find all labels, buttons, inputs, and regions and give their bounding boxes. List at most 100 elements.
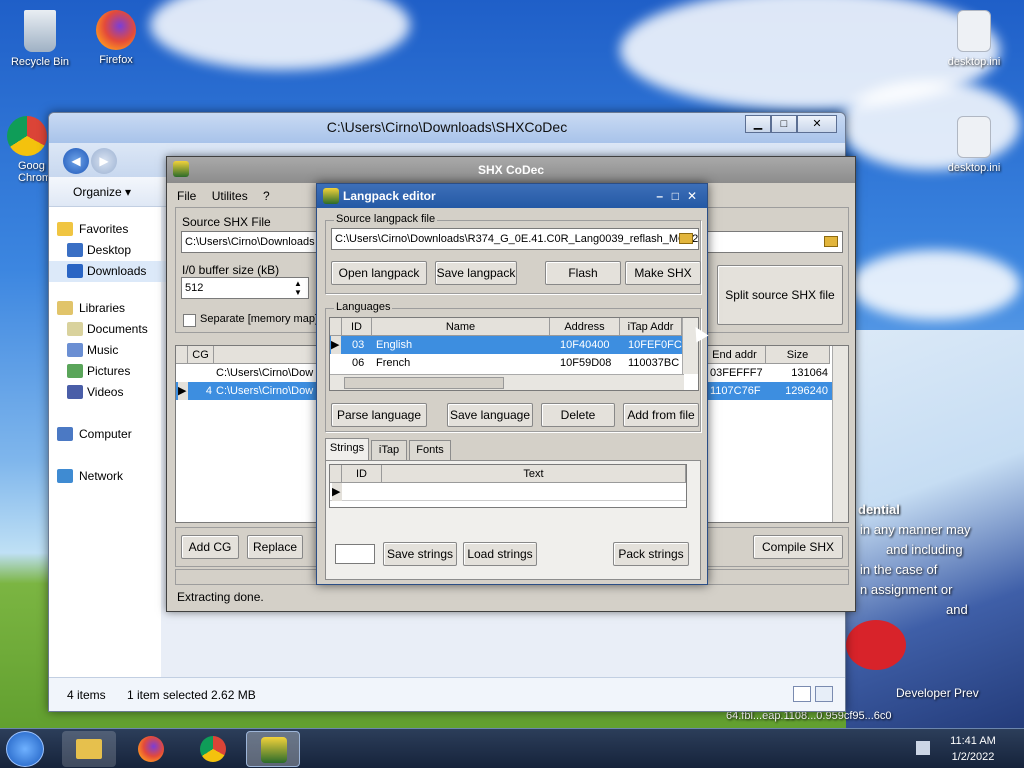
languages-hscrollbar[interactable] xyxy=(330,374,684,390)
hscroll-thumb[interactable] xyxy=(344,377,504,389)
taskbar-shx-codec[interactable] xyxy=(246,731,300,767)
lang-col-itap[interactable]: iTap Addr xyxy=(620,318,682,336)
buffer-size-spinner[interactable]: ▲ ▼ xyxy=(291,279,305,297)
taskbar: 11:41 AM 1/2/2022 xyxy=(0,728,1024,768)
save-langpack-button[interactable]: Save langpack xyxy=(435,261,517,285)
chrome-icon xyxy=(200,736,226,762)
menu-help[interactable]: ? xyxy=(263,189,270,203)
clock-date: 1/2/2022 xyxy=(951,751,995,763)
menu-file[interactable]: File xyxy=(177,189,196,203)
language-row[interactable]: 06 French 10F59D08 110037BC xyxy=(330,354,682,372)
firefox-label: Firefox xyxy=(99,54,133,66)
minimize-button[interactable]: ▁ xyxy=(745,115,771,133)
shx-status-text: Extracting done. xyxy=(177,590,264,604)
desktop-ini-shortcut-2[interactable]: desktop.ini xyxy=(938,116,1010,174)
lang-col-id[interactable]: ID xyxy=(342,318,372,336)
add-from-file-button[interactable]: Add from file xyxy=(623,403,699,427)
selection-info: 1 item selected 2.62 MB xyxy=(127,688,256,702)
firefox-shortcut[interactable]: Firefox xyxy=(80,10,152,66)
folder-open-icon[interactable] xyxy=(824,236,838,247)
menu-utilites[interactable]: Utilites xyxy=(212,189,248,203)
save-language-button[interactable]: Save language xyxy=(447,403,533,427)
tab-fonts[interactable]: Fonts xyxy=(409,440,451,460)
col-end-addr[interactable]: End addr xyxy=(704,346,766,364)
open-langpack-button[interactable]: Open langpack xyxy=(331,261,427,285)
tab-strings[interactable]: Strings xyxy=(325,438,369,460)
load-strings-button[interactable]: Load strings xyxy=(463,542,537,566)
lang-col-name[interactable]: Name xyxy=(372,318,550,336)
parse-language-button[interactable]: Parse language xyxy=(331,403,427,427)
col-cg[interactable]: CG xyxy=(188,346,214,364)
taskbar-chrome[interactable] xyxy=(186,731,240,767)
str-col-text[interactable]: Text xyxy=(382,465,686,483)
organize-button[interactable]: Organize ▾ xyxy=(73,185,131,199)
langpack-titlebar[interactable]: Langpack editor – □ ✕ xyxy=(317,184,707,208)
documents-icon xyxy=(67,322,83,336)
strings-index-input[interactable] xyxy=(335,544,375,564)
preview-pane-icon[interactable] xyxy=(815,686,833,702)
chrome-label: Goog Chrom xyxy=(18,160,52,184)
tab-itap[interactable]: iTap xyxy=(371,440,407,460)
source-shx-field[interactable]: C:\Users\Cirno\Downloads xyxy=(181,231,319,253)
str-col-selector xyxy=(330,465,342,483)
network-tray-icon[interactable] xyxy=(916,741,930,755)
close-button[interactable]: ✕ xyxy=(797,115,837,133)
new-row-marker: ▶ xyxy=(332,483,342,501)
recycle-bin-shortcut[interactable]: Recycle Bin xyxy=(4,10,76,68)
languages-label: Languages xyxy=(334,301,393,313)
pack-strings-button[interactable]: Pack strings xyxy=(613,542,689,566)
lang-col-selector xyxy=(330,318,342,336)
buffer-size-input[interactable]: 512 xyxy=(181,277,309,299)
back-button[interactable]: ◀ xyxy=(63,148,89,174)
shx-titlebar[interactable]: SHX CoDec xyxy=(167,157,855,183)
col-size[interactable]: Size xyxy=(766,346,830,364)
explorer-statusbar: 4 items 1 item selected 2.62 MB xyxy=(49,677,845,711)
star-icon xyxy=(57,222,73,236)
langpack-minimize-button[interactable]: – xyxy=(656,184,663,208)
firefox-icon xyxy=(138,736,164,762)
source-langpack-field[interactable]: C:\Users\Cirno\Downloads\R374_G_0E.41.C0… xyxy=(331,228,699,250)
add-cg-button[interactable]: Add CG xyxy=(181,535,239,559)
langpack-close-button[interactable]: ✕ xyxy=(687,184,697,208)
forward-button[interactable]: ▶ xyxy=(91,148,117,174)
cg-table-scrollbar[interactable] xyxy=(832,346,848,522)
langpack-title: Langpack editor xyxy=(343,189,436,203)
save-strings-button[interactable]: Save strings xyxy=(383,542,457,566)
delete-button[interactable]: Delete xyxy=(541,403,615,427)
pictures-icon xyxy=(67,364,83,378)
separate-checkbox[interactable] xyxy=(183,314,196,327)
language-row-selected[interactable]: ▶ 03 English 10F40400 10FEF0FC xyxy=(330,336,682,354)
chrome-shortcut[interactable]: Goog Chrom xyxy=(0,116,54,184)
source-shx-label: Source SHX File xyxy=(182,215,271,229)
str-col-id[interactable]: ID xyxy=(342,465,382,483)
row-pointer-icon: ▶ xyxy=(331,336,341,354)
explorer-titlebar[interactable]: C:\Users\Cirno\Downloads\SHXCoDec ▁ □ ✕ xyxy=(49,113,845,143)
split-source-button[interactable]: Split source SHX file xyxy=(717,265,843,325)
replace-button[interactable]: Replace xyxy=(247,535,303,559)
firefox-icon xyxy=(96,10,136,50)
desktop-ini-label-2: desktop.ini xyxy=(947,162,1001,174)
langpack-folder-icon[interactable] xyxy=(679,233,693,244)
langpack-maximize-button[interactable]: □ xyxy=(672,184,679,208)
source-shx-field-right[interactable] xyxy=(707,231,843,253)
settings-file-icon xyxy=(957,116,991,158)
compile-shx-button[interactable]: Compile SHX xyxy=(753,535,843,559)
strings-new-row[interactable]: ▶ xyxy=(330,483,686,501)
desktop-ini-shortcut-1[interactable]: desktop.ini xyxy=(938,10,1010,68)
clock[interactable]: 11:41 AM 1/2/2022 xyxy=(942,733,1004,765)
make-shx-button[interactable]: Make SHX xyxy=(625,261,701,285)
wallpaper-watermark-1: Developer Prev xyxy=(896,686,979,700)
shx-app-icon xyxy=(261,737,287,763)
strings-table: ID Text ▶ xyxy=(329,464,687,508)
computer-icon xyxy=(57,427,73,441)
details-view-icon[interactable] xyxy=(793,686,811,702)
downloads-folder-icon xyxy=(67,264,83,278)
flash-button[interactable]: Flash xyxy=(545,261,621,285)
maximize-button[interactable]: □ xyxy=(771,115,797,133)
lang-col-address[interactable]: Address xyxy=(550,318,620,336)
col-selector xyxy=(176,346,188,364)
start-button[interactable] xyxy=(6,731,44,767)
taskbar-firefox[interactable] xyxy=(124,731,178,767)
taskbar-explorer[interactable] xyxy=(62,731,116,767)
buffer-size-label: I/0 buffer size (kB) xyxy=(182,263,280,277)
